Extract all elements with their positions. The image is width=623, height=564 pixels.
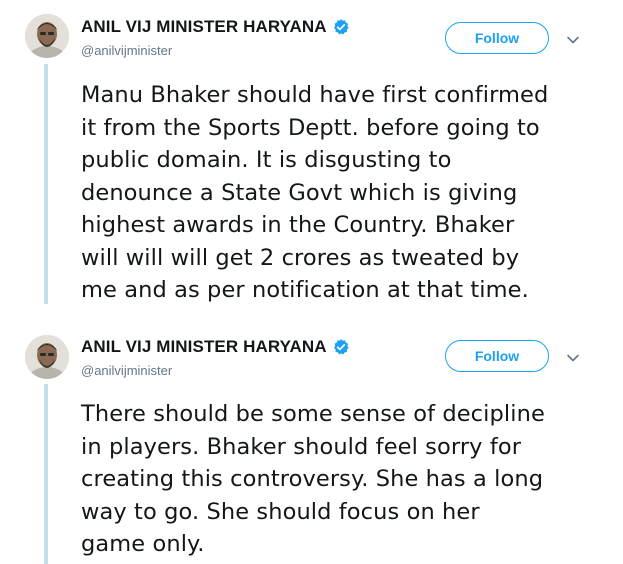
thread-line <box>44 64 48 304</box>
profile-photo-icon <box>25 14 69 58</box>
chevron-down-icon[interactable] <box>566 33 580 47</box>
follow-button[interactable]: Follow <box>445 340 549 372</box>
verified-badge-icon <box>333 339 349 355</box>
chevron-down-icon[interactable] <box>566 351 580 365</box>
avatar[interactable] <box>25 14 69 58</box>
avatar[interactable] <box>25 335 69 379</box>
tweet-text: Manu Bhaker should have first confirmed … <box>81 82 549 303</box>
tweet-card: ANIL VIJ MINISTER HARYANA @anilvijminist… <box>0 318 623 564</box>
follow-button[interactable]: Follow <box>445 22 549 54</box>
display-name[interactable]: ANIL VIJ MINISTER HARYANA <box>81 17 350 37</box>
thread-line <box>44 384 48 564</box>
display-name-text: ANIL VIJ MINISTER HARYANA <box>81 17 327 36</box>
user-handle[interactable]: @anilvijminister <box>81 363 172 378</box>
tweet-text: There should be some sense of decipline … <box>81 401 545 557</box>
display-name[interactable]: ANIL VIJ MINISTER HARYANA <box>81 337 350 357</box>
tweet-card: ANIL VIJ MINISTER HARYANA @anilvijminist… <box>0 0 623 318</box>
user-handle[interactable]: @anilvijminister <box>81 43 172 58</box>
display-name-text: ANIL VIJ MINISTER HARYANA <box>81 337 327 356</box>
profile-photo-icon <box>25 335 69 379</box>
verified-badge-icon <box>333 19 349 35</box>
